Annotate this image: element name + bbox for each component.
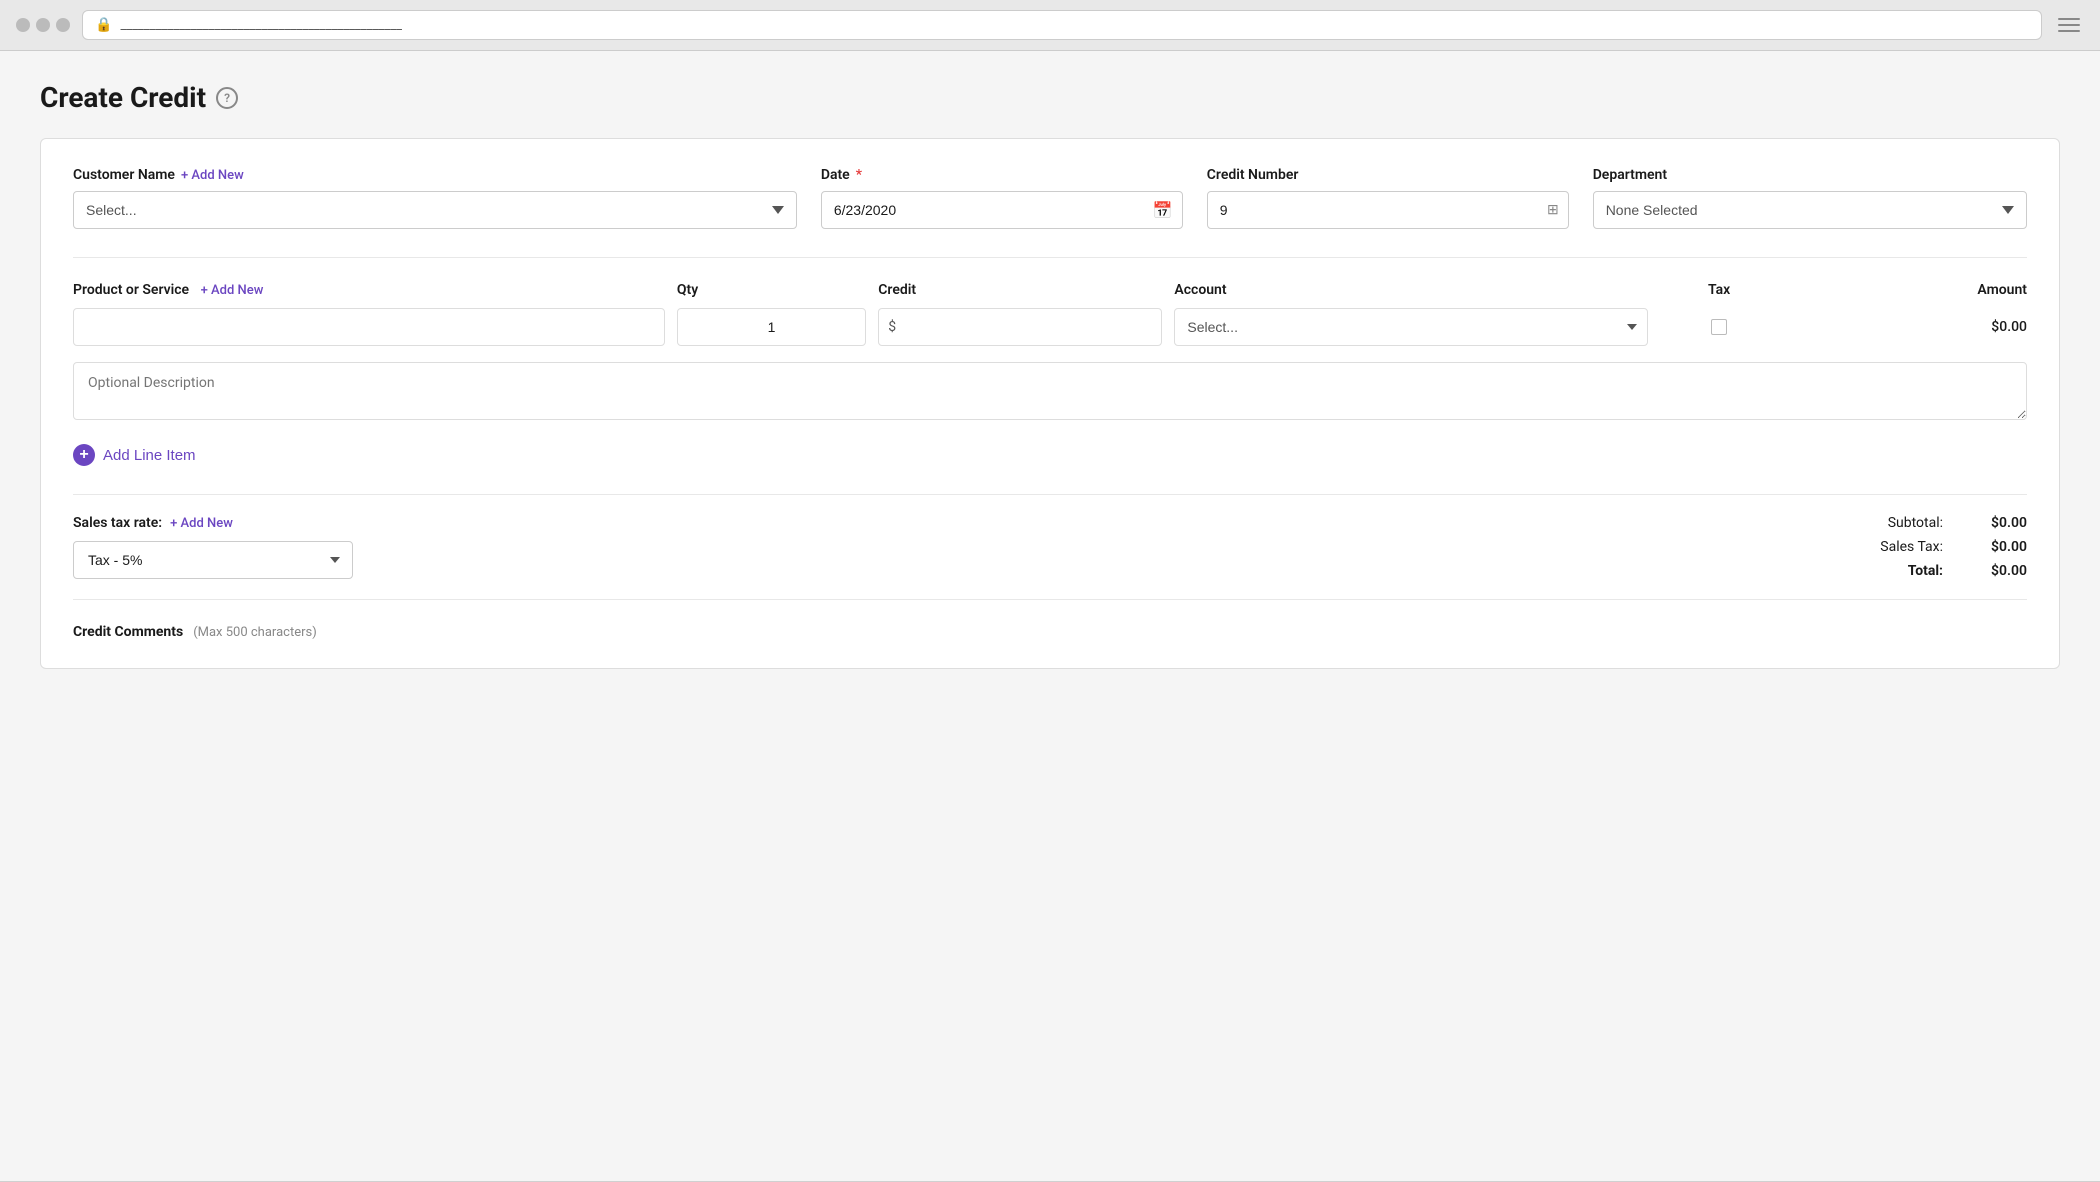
browser-dot-yellow [36, 18, 50, 32]
account-select[interactable]: Select... [1174, 308, 1648, 346]
columns-row: Product or Service + Add New Qty Credit … [73, 282, 2027, 298]
credit-comments-header: Credit Comments (Max 500 characters) [73, 624, 2027, 640]
department-label: Department [1593, 167, 2027, 183]
sales-tax-select-wrapper: Tax - 5% [73, 541, 353, 579]
date-label: Date * [821, 167, 1183, 183]
line-item-row: $ Select... $0.00 [73, 308, 2027, 346]
description-textarea[interactable] [73, 362, 2027, 420]
lock-icon: 🔒 [95, 17, 112, 33]
page-title: Create Credit [40, 81, 206, 114]
address-text: ________________________________________… [120, 18, 2029, 33]
hamburger-line-3 [2058, 30, 2080, 32]
tax-checkbox-wrapper [1660, 319, 1778, 335]
hamburger-line-2 [2058, 24, 2080, 26]
page-title-row: Create Credit ? [40, 81, 2060, 114]
max-chars-label: (Max 500 characters) [193, 625, 317, 640]
tax-add-new-link[interactable]: + Add New [170, 516, 233, 531]
sales-tax-total-value: $0.00 [1967, 539, 2027, 555]
subtotal-value: $0.00 [1967, 515, 2027, 531]
product-service-input[interactable] [73, 308, 665, 346]
help-icon[interactable]: ? [216, 87, 238, 109]
sales-tax-rate-label: Sales tax rate: [73, 515, 162, 531]
credit-number-label: Credit Number [1207, 167, 1569, 183]
tax-header: Tax [1660, 282, 1778, 298]
total-row: Total: $0.00 [1787, 563, 2027, 579]
credit-amount-input[interactable] [878, 308, 1162, 346]
address-bar[interactable]: 🔒 ______________________________________… [82, 10, 2042, 40]
sales-tax-section: Sales tax rate: + Add New Tax - 5% Subto… [73, 494, 2027, 600]
date-input-wrapper: 📅 [821, 191, 1183, 229]
browser-dot-red [16, 18, 30, 32]
subtotal-row: Subtotal: $0.00 [1787, 515, 2027, 531]
qty-input[interactable] [677, 308, 866, 346]
add-line-icon: + [73, 444, 95, 466]
browser-chrome: 🔒 ______________________________________… [0, 0, 2100, 51]
hamburger-line-1 [2058, 18, 2080, 20]
tax-checkbox[interactable] [1711, 319, 1727, 335]
customer-name-select[interactable]: Select... [73, 191, 797, 229]
credit-col-header: Credit [878, 282, 1162, 298]
account-header: Account [1174, 282, 1648, 298]
qty-header: Qty [677, 282, 866, 298]
add-line-item-label: Add Line Item [103, 447, 196, 464]
amount-header: Amount [1790, 282, 2027, 298]
add-line-item-button[interactable]: + Add Line Item [73, 444, 196, 466]
sales-tax-total-label: Sales Tax: [1843, 539, 1943, 555]
totals-section: Subtotal: $0.00 Sales Tax: $0.00 Total: … [1787, 515, 2027, 579]
page-content: Create Credit ? Customer Name + Add New … [0, 51, 2100, 1181]
hamburger-menu-icon[interactable] [2054, 14, 2084, 36]
product-service-header: Product or Service + Add New [73, 282, 665, 298]
credit-number-wrapper: ⊞ [1207, 191, 1569, 229]
department-select[interactable]: None Selected [1593, 191, 2027, 229]
customer-add-new-link[interactable]: + Add New [181, 168, 244, 183]
credit-number-input[interactable] [1207, 191, 1569, 229]
product-add-new-link[interactable]: + Add New [201, 283, 264, 298]
customer-name-label: Customer Name + Add New [73, 167, 797, 183]
sales-tax-total-row: Sales Tax: $0.00 [1787, 539, 2027, 555]
credit-number-group: Credit Number ⊞ [1207, 167, 1569, 229]
line-items-section: Product or Service + Add New Qty Credit … [73, 258, 2027, 640]
top-fields: Customer Name + Add New Select... Date *… [73, 167, 2027, 258]
date-group: Date * 📅 [821, 167, 1183, 229]
form-card: Customer Name + Add New Select... Date *… [40, 138, 2060, 669]
credit-comments-title: Credit Comments [73, 624, 183, 640]
total-label: Total: [1843, 563, 1943, 579]
customer-name-group: Customer Name + Add New Select... [73, 167, 797, 229]
credit-comments-section: Credit Comments (Max 500 characters) [73, 600, 2027, 640]
total-value: $0.00 [1967, 563, 2027, 579]
credit-input-wrapper: $ [878, 308, 1162, 346]
date-input[interactable] [821, 191, 1183, 229]
line-item-amount: $0.00 [1790, 319, 2027, 335]
subtotal-label: Subtotal: [1843, 515, 1943, 531]
sales-tax-select[interactable]: Tax - 5% [73, 541, 353, 579]
browser-dot-green [56, 18, 70, 32]
browser-dots [16, 18, 70, 32]
department-group: Department None Selected [1593, 167, 2027, 229]
date-required-indicator: * [856, 167, 862, 183]
sales-tax-label-row: Sales tax rate: + Add New [73, 515, 353, 531]
sales-tax-left: Sales tax rate: + Add New Tax - 5% [73, 515, 353, 579]
